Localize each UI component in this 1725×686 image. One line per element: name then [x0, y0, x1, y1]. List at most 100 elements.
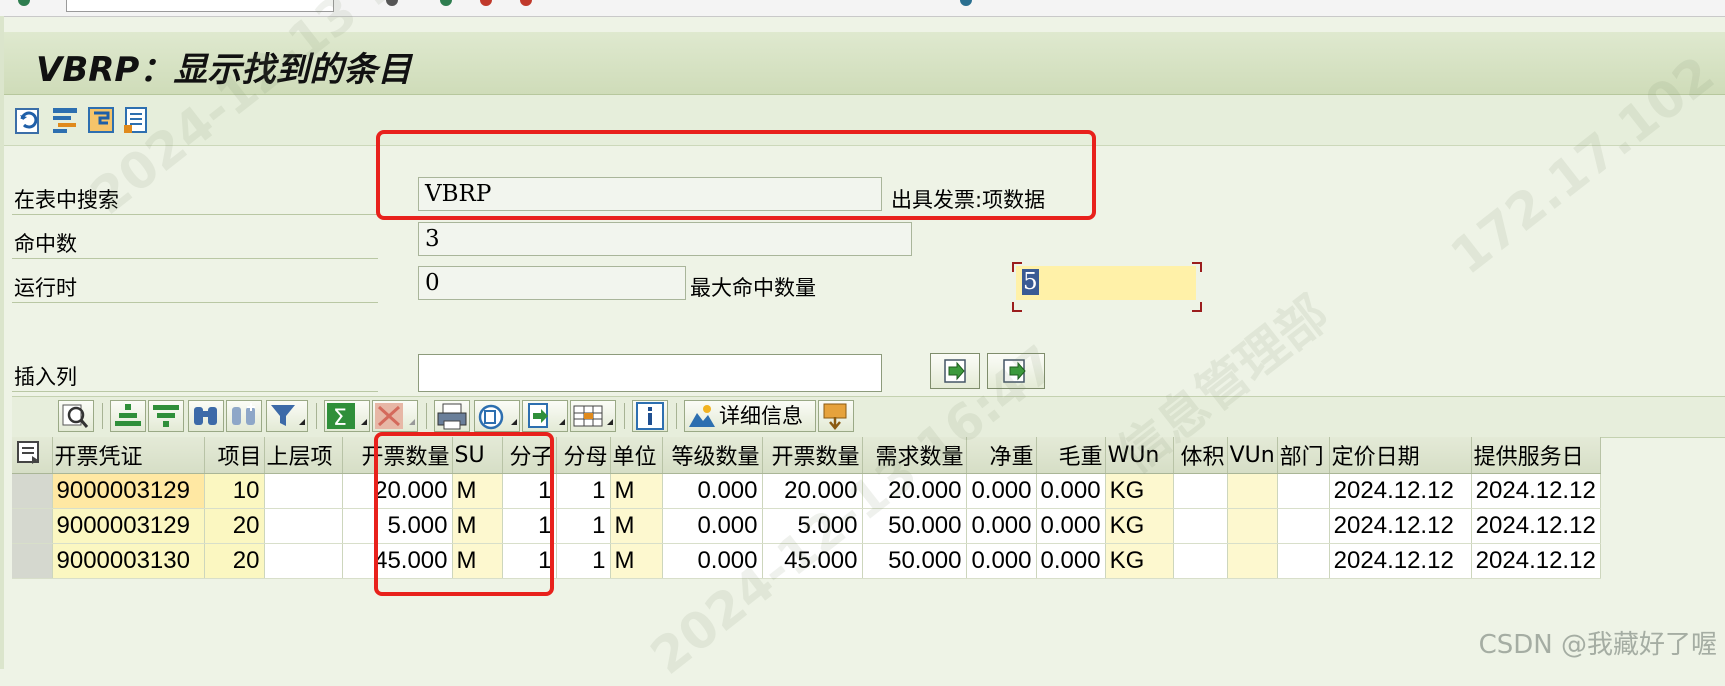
- back-icon[interactable]: [440, 0, 452, 6]
- command-field[interactable]: [66, 0, 334, 12]
- column-header[interactable]: 提供服务日: [1471, 437, 1601, 474]
- denominator-cell[interactable]: 1: [556, 508, 611, 544]
- toolbar-separator: [624, 403, 625, 429]
- denominator-cell[interactable]: 1: [556, 473, 611, 509]
- binoculars-icon: [194, 407, 217, 425]
- higher-item-cell[interactable]: [264, 508, 343, 544]
- csdn-watermark: CSDN @我藏好了喔: [1478, 630, 1717, 660]
- export-button[interactable]: [522, 400, 568, 432]
- pricing-date-cell[interactable]: 2024.12.12: [1329, 543, 1472, 579]
- toolbar-separator: [676, 403, 677, 429]
- base-unit-cell[interactable]: M: [610, 473, 663, 509]
- table-row[interactable]: 9000003129 10 20.000 M 1 1 M 0.000 20.00…: [12, 473, 1601, 509]
- billing-doc-cell[interactable]: 9000003129: [52, 473, 205, 509]
- hit-count-label: 命中数: [14, 232, 77, 256]
- net-weight-cell[interactable]: 0.000: [966, 473, 1037, 509]
- subtotal-button[interactable]: [372, 400, 418, 432]
- row-selector[interactable]: [12, 473, 53, 509]
- required-qty-cell[interactable]: 50.000: [862, 543, 967, 579]
- higher-item-cell[interactable]: [264, 473, 343, 509]
- focus-corner: [1012, 262, 1022, 272]
- cancel-icon[interactable]: [520, 0, 532, 6]
- gross-weight-cell[interactable]: 0.000: [1036, 543, 1106, 579]
- service-date-cell[interactable]: 2024.12.12: [1471, 473, 1601, 509]
- sort-ascending-button[interactable]: [110, 400, 146, 432]
- printer-icon: [437, 403, 467, 430]
- gross-weight-cell[interactable]: 0.000: [1036, 473, 1106, 509]
- billing-doc-cell[interactable]: 9000003129: [52, 508, 205, 544]
- filter-button[interactable]: [266, 400, 308, 432]
- sigma-icon: Σ: [327, 403, 367, 431]
- weight-unit-cell[interactable]: KG: [1105, 508, 1174, 544]
- volume-cell[interactable]: [1173, 543, 1228, 579]
- toolbar-separator: [102, 403, 103, 429]
- volume-cell[interactable]: [1173, 473, 1228, 509]
- column-header[interactable]: 部门: [1277, 437, 1330, 474]
- weight-unit-cell[interactable]: KG: [1105, 543, 1174, 579]
- column-header[interactable]: 单位: [610, 437, 663, 474]
- item-cell[interactable]: 10: [204, 473, 265, 509]
- views-button[interactable]: [474, 400, 520, 432]
- grid-header-row: 开票凭证 项目 上层项 开票数量 SU 分子 分母 单位 等级数量 开票数量 需…: [12, 437, 1601, 474]
- refresh-icon[interactable]: [14, 105, 44, 135]
- information-button[interactable]: [632, 400, 668, 432]
- print-preview-button[interactable]: [434, 400, 470, 432]
- selection-options-icon[interactable]: [50, 105, 80, 135]
- row-selector[interactable]: [12, 543, 53, 579]
- help-icon[interactable]: [960, 0, 972, 6]
- column-header[interactable]: 项目: [204, 437, 265, 474]
- column-header[interactable]: 开票凭证: [52, 437, 205, 474]
- base-unit-cell[interactable]: M: [610, 543, 663, 579]
- volume-unit-cell[interactable]: [1227, 543, 1278, 579]
- volume-cell[interactable]: [1173, 508, 1228, 544]
- column-header[interactable]: 定价日期: [1329, 437, 1472, 474]
- table-settings-icon[interactable]: [86, 105, 116, 135]
- enter-icon[interactable]: [18, 0, 30, 6]
- sort-descending-button[interactable]: [148, 400, 184, 432]
- layout-button[interactable]: [570, 400, 616, 432]
- max-hits-label: 最大命中数量: [690, 276, 816, 300]
- total-button[interactable]: Σ: [324, 400, 370, 432]
- item-cell[interactable]: 20: [204, 508, 265, 544]
- label-underline: [12, 258, 378, 259]
- higher-item-cell[interactable]: [264, 543, 343, 579]
- service-date-cell[interactable]: 2024.12.12: [1471, 508, 1601, 544]
- column-header[interactable]: VUn: [1227, 437, 1278, 474]
- base-unit-cell[interactable]: M: [610, 508, 663, 544]
- max-hits-input[interactable]: 5: [1016, 266, 1196, 300]
- exit-icon[interactable]: [480, 0, 492, 6]
- net-weight-cell[interactable]: 0.000: [966, 543, 1037, 579]
- select-all-button[interactable]: [12, 437, 53, 474]
- magnifier-icon: [62, 404, 89, 428]
- pricing-date-cell[interactable]: 2024.12.12: [1329, 508, 1472, 544]
- insert-column-input[interactable]: [418, 354, 882, 392]
- column-header[interactable]: 分母: [556, 437, 611, 474]
- billing-doc-cell[interactable]: 9000003130: [52, 543, 205, 579]
- select-all-icon: [17, 441, 39, 464]
- net-weight-cell[interactable]: 0.000: [966, 508, 1037, 544]
- find-button[interactable]: [188, 400, 224, 432]
- level-qty-cell[interactable]: 0.000: [662, 508, 763, 544]
- column-header[interactable]: 毛重: [1036, 437, 1106, 474]
- details-magnifier-button[interactable]: [58, 400, 94, 432]
- division-cell[interactable]: [1277, 508, 1330, 544]
- toolbar-separator: [316, 403, 317, 429]
- denominator-cell[interactable]: 1: [556, 543, 611, 579]
- transfer-button[interactable]: [818, 400, 854, 432]
- level-qty-cell[interactable]: 0.000: [662, 473, 763, 509]
- volume-unit-cell[interactable]: [1227, 473, 1278, 509]
- find-next-button[interactable]: [226, 400, 262, 432]
- column-header[interactable]: 开票数量: [762, 437, 863, 474]
- item-cell[interactable]: 20: [204, 543, 265, 579]
- gross-weight-cell[interactable]: 0.000: [1036, 508, 1106, 544]
- volume-unit-cell[interactable]: [1227, 508, 1278, 544]
- pricing-date-cell[interactable]: 2024.12.12: [1329, 473, 1472, 509]
- mountain-icon: [689, 405, 715, 427]
- division-cell[interactable]: [1277, 473, 1330, 509]
- division-cell[interactable]: [1277, 543, 1330, 579]
- details-button[interactable]: 详细信息: [684, 400, 816, 432]
- column-header[interactable]: 等级数量: [662, 437, 763, 474]
- row-selector[interactable]: [12, 508, 53, 544]
- column-header[interactable]: 上层项: [264, 437, 343, 474]
- service-date-cell[interactable]: 2024.12.12: [1471, 543, 1601, 579]
